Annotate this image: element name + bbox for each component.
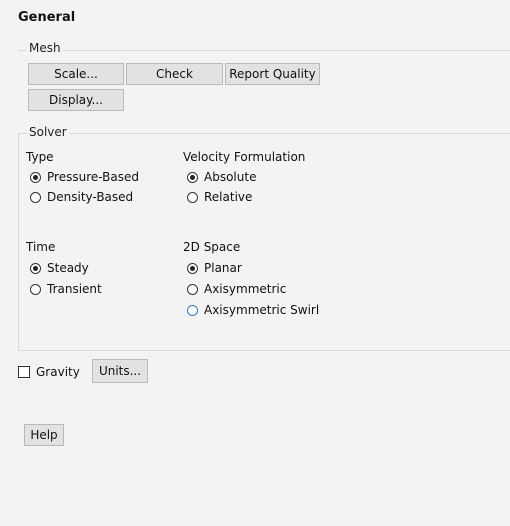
radio-icon (187, 262, 198, 274)
radio-icon (30, 191, 41, 203)
2d-space-heading: 2D Space (183, 240, 241, 254)
radio-label: Planar (204, 261, 242, 275)
radio-icon (187, 304, 198, 316)
solver-group (18, 133, 510, 351)
radio-transient[interactable]: Transient (30, 281, 102, 297)
radio-pressure-based[interactable]: Pressure-Based (30, 169, 139, 185)
scale-button[interactable]: Scale... (28, 63, 124, 85)
help-button[interactable]: Help (24, 424, 64, 446)
radio-icon (187, 191, 198, 203)
mesh-group-label: Mesh (27, 41, 63, 55)
velocity-formulation-heading: Velocity Formulation (183, 150, 306, 164)
radio-label: Absolute (204, 170, 257, 184)
radio-relative[interactable]: Relative (187, 189, 252, 205)
radio-icon (30, 171, 41, 183)
radio-icon (187, 171, 198, 183)
radio-label: Steady (47, 261, 89, 275)
radio-label: Pressure-Based (47, 170, 139, 184)
radio-density-based[interactable]: Density-Based (30, 189, 133, 205)
checkbox-icon (18, 366, 30, 378)
radio-label: Density-Based (47, 190, 134, 204)
gravity-label: Gravity (36, 365, 80, 379)
radio-icon (30, 262, 41, 274)
radio-axisymmetric[interactable]: Axisymmetric (187, 281, 286, 297)
radio-icon (30, 283, 41, 295)
radio-steady[interactable]: Steady (30, 260, 89, 276)
panel-title: General (18, 10, 76, 25)
radio-label: Relative (204, 190, 253, 204)
gravity-checkbox[interactable]: Gravity (18, 363, 80, 381)
radio-icon (187, 283, 198, 295)
display-button[interactable]: Display... (28, 89, 124, 111)
radio-axisymmetric-swirl[interactable]: Axisymmetric Swirl (187, 302, 319, 318)
type-heading: Type (26, 150, 54, 164)
radio-label: Axisymmetric (204, 282, 287, 296)
radio-planar[interactable]: Planar (187, 260, 242, 276)
time-heading: Time (26, 240, 56, 254)
radio-label: Axisymmetric Swirl (204, 303, 320, 317)
report-quality-button[interactable]: Report Quality (225, 63, 320, 85)
radio-absolute[interactable]: Absolute (187, 169, 256, 185)
radio-label: Transient (47, 282, 102, 296)
check-button[interactable]: Check (126, 63, 223, 85)
units-button[interactable]: Units... (92, 359, 148, 383)
solver-group-label: Solver (27, 125, 69, 139)
